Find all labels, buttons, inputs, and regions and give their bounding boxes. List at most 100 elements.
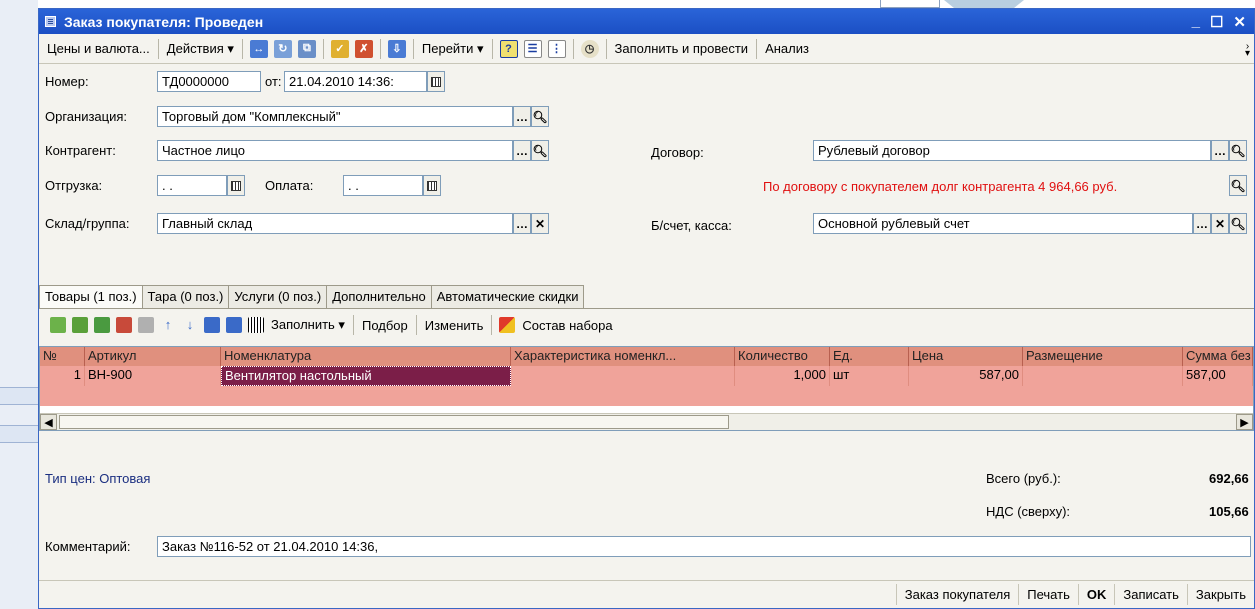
unpost-document-icon[interactable]: ✗ — [354, 39, 373, 58]
column-header[interactable]: Количество — [735, 347, 830, 366]
account-field[interactable]: Основной рублевый счет — [813, 213, 1193, 234]
tab-services[interactable]: Услуги (0 поз.) — [228, 285, 328, 309]
move-up-icon[interactable]: ↑ — [160, 317, 176, 333]
calendar-icon[interactable] — [227, 175, 245, 196]
tab-goods[interactable]: Товары (1 поз.) — [39, 285, 143, 310]
refresh-icon[interactable]: ↻ — [273, 39, 292, 58]
counterparty-field[interactable]: Частное лицо — [157, 140, 513, 161]
quantity-cell[interactable]: 1,000 — [735, 366, 830, 386]
scroll-left-icon[interactable]: ◀ — [40, 414, 57, 430]
clock-icon[interactable]: ◷ — [580, 39, 599, 58]
select-ellipsis-icon[interactable]: … — [1193, 213, 1211, 234]
ok-button[interactable]: OK — [1077, 584, 1115, 605]
vat-value: 105,66 — [1209, 504, 1249, 519]
date-field[interactable]: 21.04.2010 14:36: — [284, 71, 427, 92]
contract-field[interactable]: Рублевый договор — [813, 140, 1211, 161]
edit-row-icon[interactable] — [94, 317, 110, 333]
end-edit-icon[interactable] — [138, 317, 154, 333]
shipment-date-field[interactable]: . . — [157, 175, 227, 196]
clear-icon[interactable]: ✕ — [531, 213, 549, 234]
post-document-icon[interactable]: ✓ — [330, 39, 349, 58]
price-cell[interactable]: 587,00 — [909, 366, 1023, 386]
column-header[interactable]: Артикул — [85, 347, 221, 366]
organization-field[interactable]: Торговый дом "Комплексный" — [157, 106, 513, 127]
toolbar-overflow-icon[interactable]: › ▾ — [1245, 42, 1250, 59]
fill-and-post-button[interactable]: Заполнить и провести — [611, 39, 753, 58]
table-row[interactable]: 1 ВН-900 Вентилятор настольный 1,000 шт … — [40, 366, 1253, 386]
analysis-button[interactable]: Анализ — [761, 39, 813, 58]
calendar-icon[interactable] — [423, 175, 441, 196]
debt-notice[interactable]: По договору с покупателем долг контраген… — [763, 179, 1117, 194]
pick-button[interactable]: Подбор — [358, 316, 412, 335]
structure-icon[interactable]: ⇩ — [387, 39, 406, 58]
column-header[interactable]: Сумма без — [1183, 347, 1253, 366]
list-icon[interactable]: ☰ — [523, 39, 542, 58]
horizontal-scrollbar[interactable]: ◀ ▶ — [40, 413, 1253, 430]
open-search-icon[interactable]: 🔍︎ — [531, 140, 549, 161]
maximize-icon[interactable]: ☐ — [1210, 13, 1223, 31]
help-icon[interactable]: ? — [499, 39, 518, 58]
calendar-icon[interactable] — [427, 71, 445, 92]
goto-menu-button[interactable]: Перейти ▾ — [418, 39, 488, 59]
actions-menu-button[interactable]: Действия ▾ — [163, 39, 238, 59]
fill-menu-button[interactable]: Заполнить ▾ — [267, 315, 349, 335]
close-button[interactable]: Закрыть — [1186, 584, 1254, 605]
warehouse-field[interactable]: Главный склад — [157, 213, 513, 234]
scrollbar-thumb[interactable] — [59, 415, 729, 429]
select-ellipsis-icon[interactable]: … — [513, 140, 531, 161]
characteristic-cell[interactable] — [511, 366, 735, 386]
add-row-icon[interactable] — [50, 317, 66, 333]
select-ellipsis-icon[interactable]: … — [513, 106, 531, 127]
sum-cell[interactable]: 587,00 — [1183, 366, 1253, 386]
payment-date-field[interactable]: . . — [343, 175, 423, 196]
print-button[interactable]: Печать — [1018, 584, 1078, 605]
sort-ascending-icon[interactable] — [204, 317, 220, 333]
shipment-label: Отгрузка: — [45, 178, 103, 193]
number-label: Номер: — [45, 74, 89, 89]
open-search-icon[interactable]: 🔍︎ — [1229, 140, 1247, 161]
tab-packaging[interactable]: Тара (0 поз.) — [141, 285, 230, 309]
scroll-right-icon[interactable]: ▶ — [1236, 414, 1253, 430]
select-ellipsis-icon[interactable]: … — [513, 213, 531, 234]
tree-icon[interactable]: ⋮ — [547, 39, 566, 58]
goods-panel: ↑ ↓ Заполнить ▾ Подбор Изменить Состав н… — [39, 308, 1254, 438]
close-icon[interactable]: ✕ — [1233, 13, 1246, 31]
open-search-icon[interactable]: 🔍︎ — [1229, 175, 1247, 196]
row-number-cell[interactable]: 1 — [40, 366, 85, 386]
comment-field[interactable]: Заказ №116-52 от 21.04.2010 14:36, — [157, 536, 1251, 557]
placement-cell[interactable] — [1023, 366, 1183, 386]
copy-icon[interactable]: ⧉ — [297, 39, 316, 58]
tab-auto-discounts[interactable]: Автоматические скидки — [430, 285, 585, 309]
prices-currency-button[interactable]: Цены и валюта... — [43, 39, 154, 58]
nomenclature-cell[interactable]: Вентилятор настольный — [221, 366, 511, 386]
move-down-icon[interactable]: ↓ — [182, 317, 198, 333]
number-field[interactable]: ТД0000000 — [157, 71, 261, 92]
clear-icon[interactable]: ✕ — [1211, 213, 1229, 234]
tab-additional[interactable]: Дополнительно — [326, 285, 432, 309]
move-icon[interactable]: ↔ — [249, 39, 268, 58]
unit-cell[interactable]: шт — [830, 366, 909, 386]
sort-descending-icon[interactable] — [226, 317, 242, 333]
customer-order-button[interactable]: Заказ покупателя — [895, 584, 1019, 605]
background-band — [0, 387, 38, 405]
column-header[interactable]: № — [40, 347, 85, 366]
open-search-icon[interactable]: 🔍︎ — [1229, 213, 1247, 234]
column-header[interactable]: Характеристика номенкл... — [511, 347, 735, 366]
open-search-icon[interactable]: 🔍︎ — [531, 106, 549, 127]
select-ellipsis-icon[interactable]: … — [1211, 140, 1229, 161]
delete-row-icon[interactable] — [116, 317, 132, 333]
add-copy-row-icon[interactable] — [72, 317, 88, 333]
toolbar-separator — [352, 315, 354, 335]
change-button[interactable]: Изменить — [421, 316, 488, 335]
column-header[interactable]: Ед. — [830, 347, 909, 366]
article-cell[interactable]: ВН-900 — [85, 366, 221, 386]
barcode-icon[interactable] — [248, 317, 264, 333]
column-header[interactable]: Размещение — [1023, 347, 1183, 366]
minimize-icon[interactable]: _ — [1192, 13, 1200, 31]
kit-composition-button[interactable]: Состав набора — [518, 316, 616, 335]
price-type-link[interactable]: Тип цен: Оптовая — [45, 471, 150, 486]
save-button[interactable]: Записать — [1114, 584, 1187, 605]
kit-icon[interactable] — [499, 317, 516, 333]
column-header[interactable]: Цена — [909, 347, 1023, 366]
column-header[interactable]: Номенклатура — [221, 347, 511, 366]
